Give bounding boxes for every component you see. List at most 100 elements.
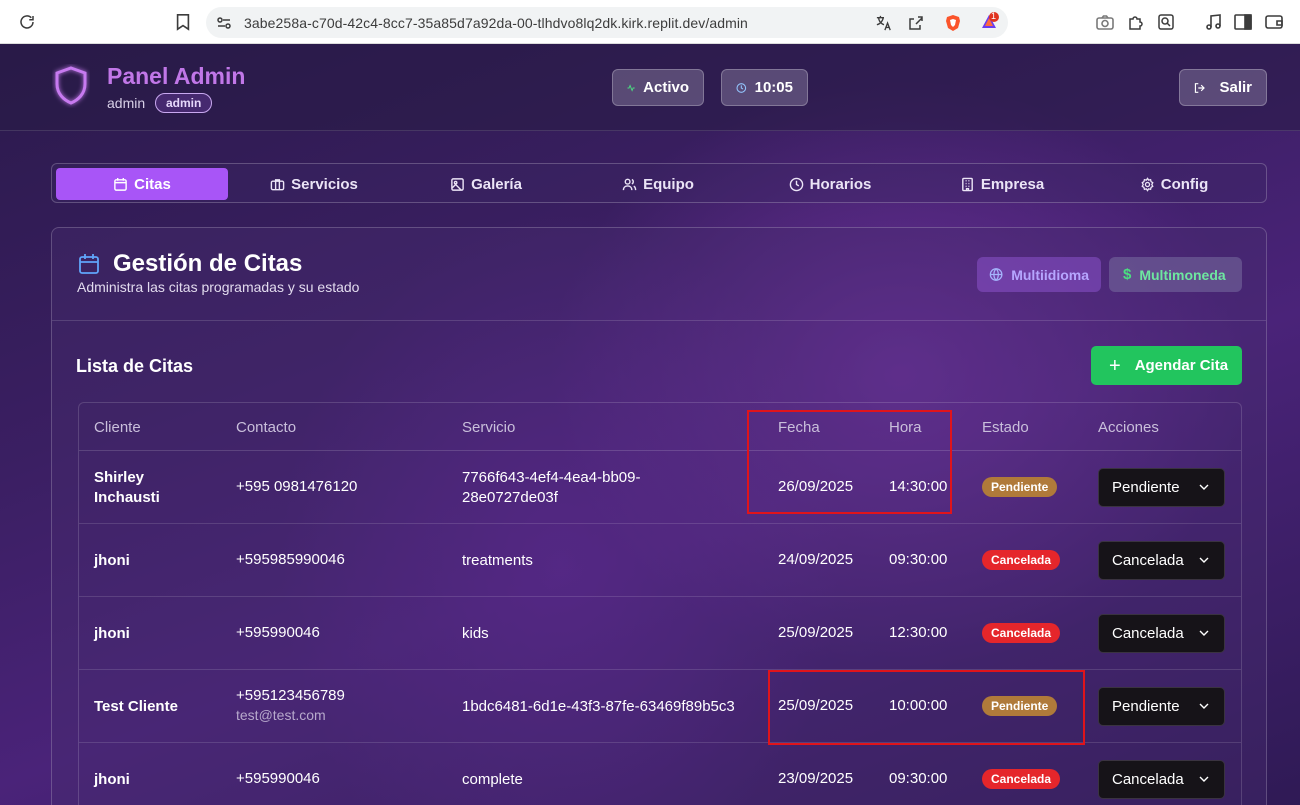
tab-label: Galería bbox=[471, 175, 522, 193]
contact-cell: +595985990046 bbox=[236, 551, 345, 568]
shield-icon bbox=[55, 66, 87, 105]
brave-rewards-icon[interactable]: 1 bbox=[979, 11, 999, 32]
tab-servicios[interactable]: Servicios bbox=[228, 168, 400, 200]
brave-shield-icon[interactable] bbox=[943, 13, 963, 33]
service-cell: 7766f643-4ef4-4ea4-bb09- 28e0727de03f bbox=[462, 469, 641, 506]
date-cell: 23/09/2025 bbox=[778, 770, 854, 787]
plus-icon: + bbox=[1109, 354, 1121, 377]
wallet-icon[interactable] bbox=[1264, 12, 1284, 32]
chevron-down-icon bbox=[1199, 703, 1209, 709]
add-appointment-button[interactable]: + Agendar Cita bbox=[1091, 346, 1242, 385]
time-cell: 09:30:00 bbox=[889, 770, 948, 787]
url-text: 3abe258a-c70d-42c4-8cc7-35a85d7a92da-00-… bbox=[244, 15, 748, 31]
client-name: jhoni bbox=[94, 771, 130, 788]
calendar-icon bbox=[114, 177, 127, 191]
client-name: jhoni bbox=[94, 625, 130, 642]
status-badge: Cancelada bbox=[982, 623, 1061, 643]
status-select[interactable]: Pendiente bbox=[1098, 468, 1225, 507]
column-header: Contacto bbox=[236, 419, 297, 436]
table-header: Cliente Contacto Servicio Fecha Hora Est… bbox=[79, 403, 1241, 451]
bookmark-icon[interactable] bbox=[173, 12, 193, 32]
status-badge: Pendiente bbox=[982, 477, 1058, 497]
tab-equipo[interactable]: Equipo bbox=[572, 168, 744, 200]
chevron-down-icon bbox=[1199, 776, 1209, 782]
tab-horarios[interactable]: Horarios bbox=[744, 168, 916, 200]
table-row: jhoni +595985990046 treatments 24/09/2025 09… bbox=[79, 524, 1241, 597]
table-row: Shirley Inchausti +595 0981476120 7766f643… bbox=[79, 451, 1241, 524]
tab-label: Citas bbox=[134, 175, 171, 193]
contact-phone: +595985990046 bbox=[236, 551, 345, 568]
multicurrency-label: Multimoneda bbox=[1139, 266, 1226, 283]
panel-subtitle: Administra las citas programadas y su es… bbox=[77, 279, 360, 295]
date-cell: 24/09/2025 bbox=[778, 551, 854, 568]
clock-button[interactable]: 10:05 bbox=[721, 69, 808, 106]
time-label: 10:05 bbox=[754, 79, 793, 96]
time-cell: 09:30:00 bbox=[889, 551, 948, 568]
contact-phone: +595 0981476120 bbox=[236, 478, 358, 495]
table-row: jhoni +595990046 kids 25/09/2025 12:30:00 Can… bbox=[79, 597, 1241, 670]
tab-galeria[interactable]: Galería bbox=[400, 168, 572, 200]
site-settings-icon[interactable] bbox=[214, 13, 234, 33]
tab-label: Equipo bbox=[643, 175, 694, 193]
highlight-box bbox=[747, 410, 952, 514]
share-icon[interactable] bbox=[906, 13, 926, 33]
dollar-icon: $ bbox=[1123, 266, 1132, 283]
tab-empresa[interactable]: Empresa bbox=[916, 168, 1088, 200]
contact-email: test@test.com bbox=[236, 707, 326, 723]
user-name: admin bbox=[107, 95, 146, 111]
tab-label: Horarios bbox=[809, 175, 872, 193]
contact-cell: +595990046 bbox=[236, 624, 320, 641]
calendar-icon bbox=[79, 254, 99, 274]
reading-list-icon[interactable] bbox=[1156, 12, 1176, 32]
logout-button[interactable]: Salir bbox=[1179, 69, 1267, 106]
building-icon bbox=[961, 177, 973, 191]
tab-bar: Citas Servicios Galería Equipo Horarios … bbox=[51, 163, 1267, 203]
service-cell: complete bbox=[462, 771, 523, 788]
music-icon[interactable] bbox=[1204, 12, 1224, 32]
status-select-value: Pendiente bbox=[1112, 479, 1180, 496]
client-name: Shirley Inchausti bbox=[94, 469, 160, 506]
tab-label: Empresa bbox=[980, 175, 1045, 193]
contact-cell: +595 0981476120 bbox=[236, 478, 357, 495]
column-header: Estado bbox=[982, 419, 1029, 436]
client-name: jhoni bbox=[94, 552, 130, 569]
status-select-value: Pendiente bbox=[1112, 698, 1180, 715]
contact-cell: +595990046 bbox=[236, 770, 320, 787]
browser-toolbar: 3abe258a-c70d-42c4-8cc7-35a85d7a92da-00-… bbox=[0, 0, 1300, 44]
status-button[interactable]: Activo bbox=[612, 69, 704, 106]
status-select[interactable]: Cancelada bbox=[1098, 760, 1225, 799]
role-badge: admin bbox=[155, 93, 213, 113]
service-cell: kids bbox=[462, 625, 489, 642]
status-select-value: Cancelada bbox=[1112, 771, 1184, 788]
tab-label: Servicios bbox=[291, 175, 358, 193]
clock-icon bbox=[736, 82, 747, 93]
multilang-label: Multiidioma bbox=[1011, 266, 1089, 283]
status-label: Activo bbox=[643, 79, 689, 96]
date-cell: 25/09/2025 bbox=[778, 624, 854, 641]
status-select[interactable]: Cancelada bbox=[1098, 541, 1225, 580]
status-select-value: Cancelada bbox=[1112, 552, 1184, 569]
extensions-icon[interactable] bbox=[1126, 12, 1146, 32]
column-header: Cliente bbox=[94, 419, 141, 436]
chevron-down-icon bbox=[1199, 630, 1209, 636]
panel-divider bbox=[52, 320, 1266, 321]
status-select[interactable]: Cancelada bbox=[1098, 614, 1225, 653]
tab-config[interactable]: Config bbox=[1088, 168, 1260, 200]
contact-cell: +595123456789 test@test.com bbox=[236, 687, 345, 723]
add-label: Agendar Cita bbox=[1134, 357, 1229, 374]
client-name: Test Cliente bbox=[94, 698, 178, 715]
sidebar-icon[interactable] bbox=[1233, 12, 1253, 32]
translate-icon[interactable] bbox=[874, 13, 894, 33]
time-cell: 12:30:00 bbox=[889, 624, 948, 641]
contact-phone: +595990046 bbox=[236, 770, 320, 787]
logout-label: Salir bbox=[1219, 79, 1252, 96]
tab-citas[interactable]: Citas bbox=[56, 168, 228, 200]
camera-icon[interactable] bbox=[1095, 12, 1115, 32]
contact-phone: +595123456789 bbox=[236, 687, 345, 704]
multicurrency-badge[interactable]: $ Multimoneda bbox=[1109, 257, 1242, 292]
address-bar[interactable]: 3abe258a-c70d-42c4-8cc7-35a85d7a92da-00-… bbox=[206, 7, 1008, 38]
status-select[interactable]: Pendiente bbox=[1098, 687, 1225, 726]
column-header: Servicio bbox=[462, 419, 516, 436]
reload-icon[interactable] bbox=[17, 12, 37, 32]
multilang-badge[interactable]: Multiidioma bbox=[977, 257, 1101, 292]
